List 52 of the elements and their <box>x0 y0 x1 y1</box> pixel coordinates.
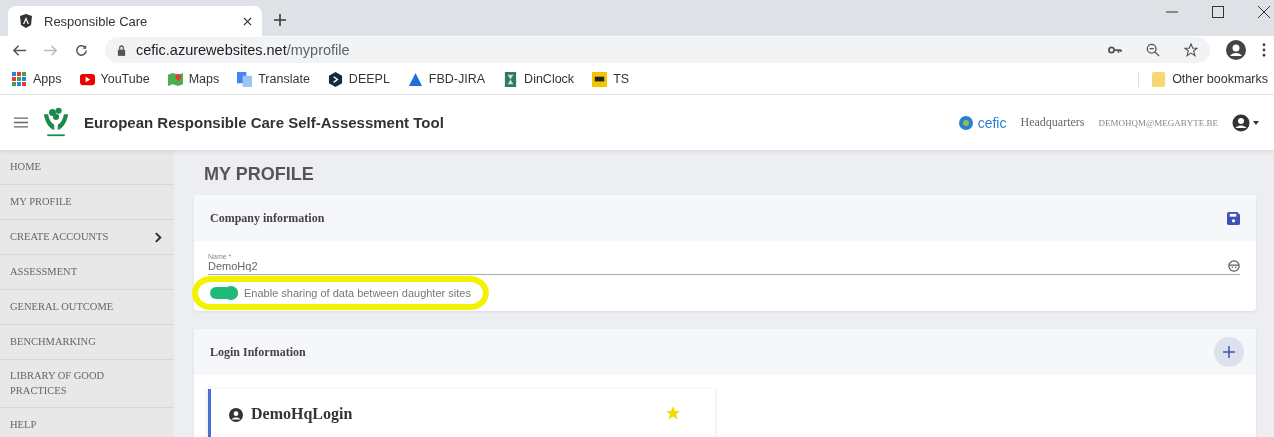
card-title: Login Information <box>210 344 306 360</box>
folder-icon <box>1151 71 1167 87</box>
close-icon[interactable] <box>243 16 252 26</box>
page-title: MY PROFILE <box>204 164 315 185</box>
map-pin-icon <box>167 71 183 87</box>
more-icon[interactable] <box>1262 43 1266 57</box>
bookmark[interactable]: Apps <box>12 71 62 87</box>
grid-icon <box>12 71 27 87</box>
ts-logo-icon <box>592 71 608 87</box>
brand-name: cefic <box>977 114 1007 131</box>
browser-tab[interactable]: Responsible Care <box>8 6 262 36</box>
star-icon[interactable] <box>665 405 681 421</box>
maximize-icon[interactable] <box>1212 6 1224 18</box>
star-outline-icon[interactable] <box>1184 43 1198 57</box>
bookmark[interactable]: FBD-JIRA <box>407 71 486 87</box>
bookmark[interactable]: DinClock <box>503 71 575 87</box>
lock-icon <box>117 44 126 56</box>
shield-logo-icon <box>18 13 34 29</box>
account-name: DemoHqLogin <box>251 405 353 423</box>
site-name: Headquarters <box>1020 115 1085 130</box>
user-icon <box>229 408 243 422</box>
new-tab-icon[interactable] <box>274 14 286 26</box>
address-bar[interactable]: cefic.azurewebsites.net/myprofile <box>105 37 1210 63</box>
chevron-right-icon <box>155 231 162 243</box>
triangle-icon <box>407 71 423 87</box>
hands-logo-icon <box>42 106 70 139</box>
bookmark[interactable]: DEEPL <box>327 71 390 87</box>
bookmark[interactable]: TS <box>592 71 630 87</box>
profile-icon[interactable] <box>1226 40 1246 60</box>
tab-title: Responsible Care <box>44 13 149 29</box>
plus-icon <box>1223 346 1235 358</box>
add-button[interactable] <box>1214 337 1244 367</box>
zoom-out-icon[interactable] <box>1146 43 1160 57</box>
card-title: Company information <box>210 210 325 226</box>
save-icon[interactable] <box>1227 211 1240 225</box>
bookmark[interactable]: Translate <box>237 71 310 87</box>
hourglass-icon <box>503 71 519 87</box>
translate-icon <box>237 71 253 87</box>
reload-icon[interactable] <box>74 42 89 58</box>
face-icon <box>1228 260 1240 272</box>
hexagon-icon <box>327 71 343 87</box>
bookmark[interactable]: Maps <box>167 71 220 87</box>
close-icon[interactable] <box>1258 6 1270 18</box>
user-email: DEMOHQM@MEGABYTE.BE <box>1098 117 1218 128</box>
play-icon <box>79 71 95 87</box>
bookmark-folder[interactable]: Other bookmarks <box>1138 71 1268 87</box>
menu-icon[interactable] <box>14 117 28 128</box>
user-menu-icon[interactable] <box>1232 113 1260 132</box>
bookmark[interactable]: YouTube <box>79 71 150 87</box>
app-title: European Responsible Care Self-Assessment Tool <box>84 114 444 131</box>
sharing-toggle[interactable] <box>210 287 238 299</box>
toggle-label: Enable sharing of data between daughter sites <box>244 287 471 299</box>
